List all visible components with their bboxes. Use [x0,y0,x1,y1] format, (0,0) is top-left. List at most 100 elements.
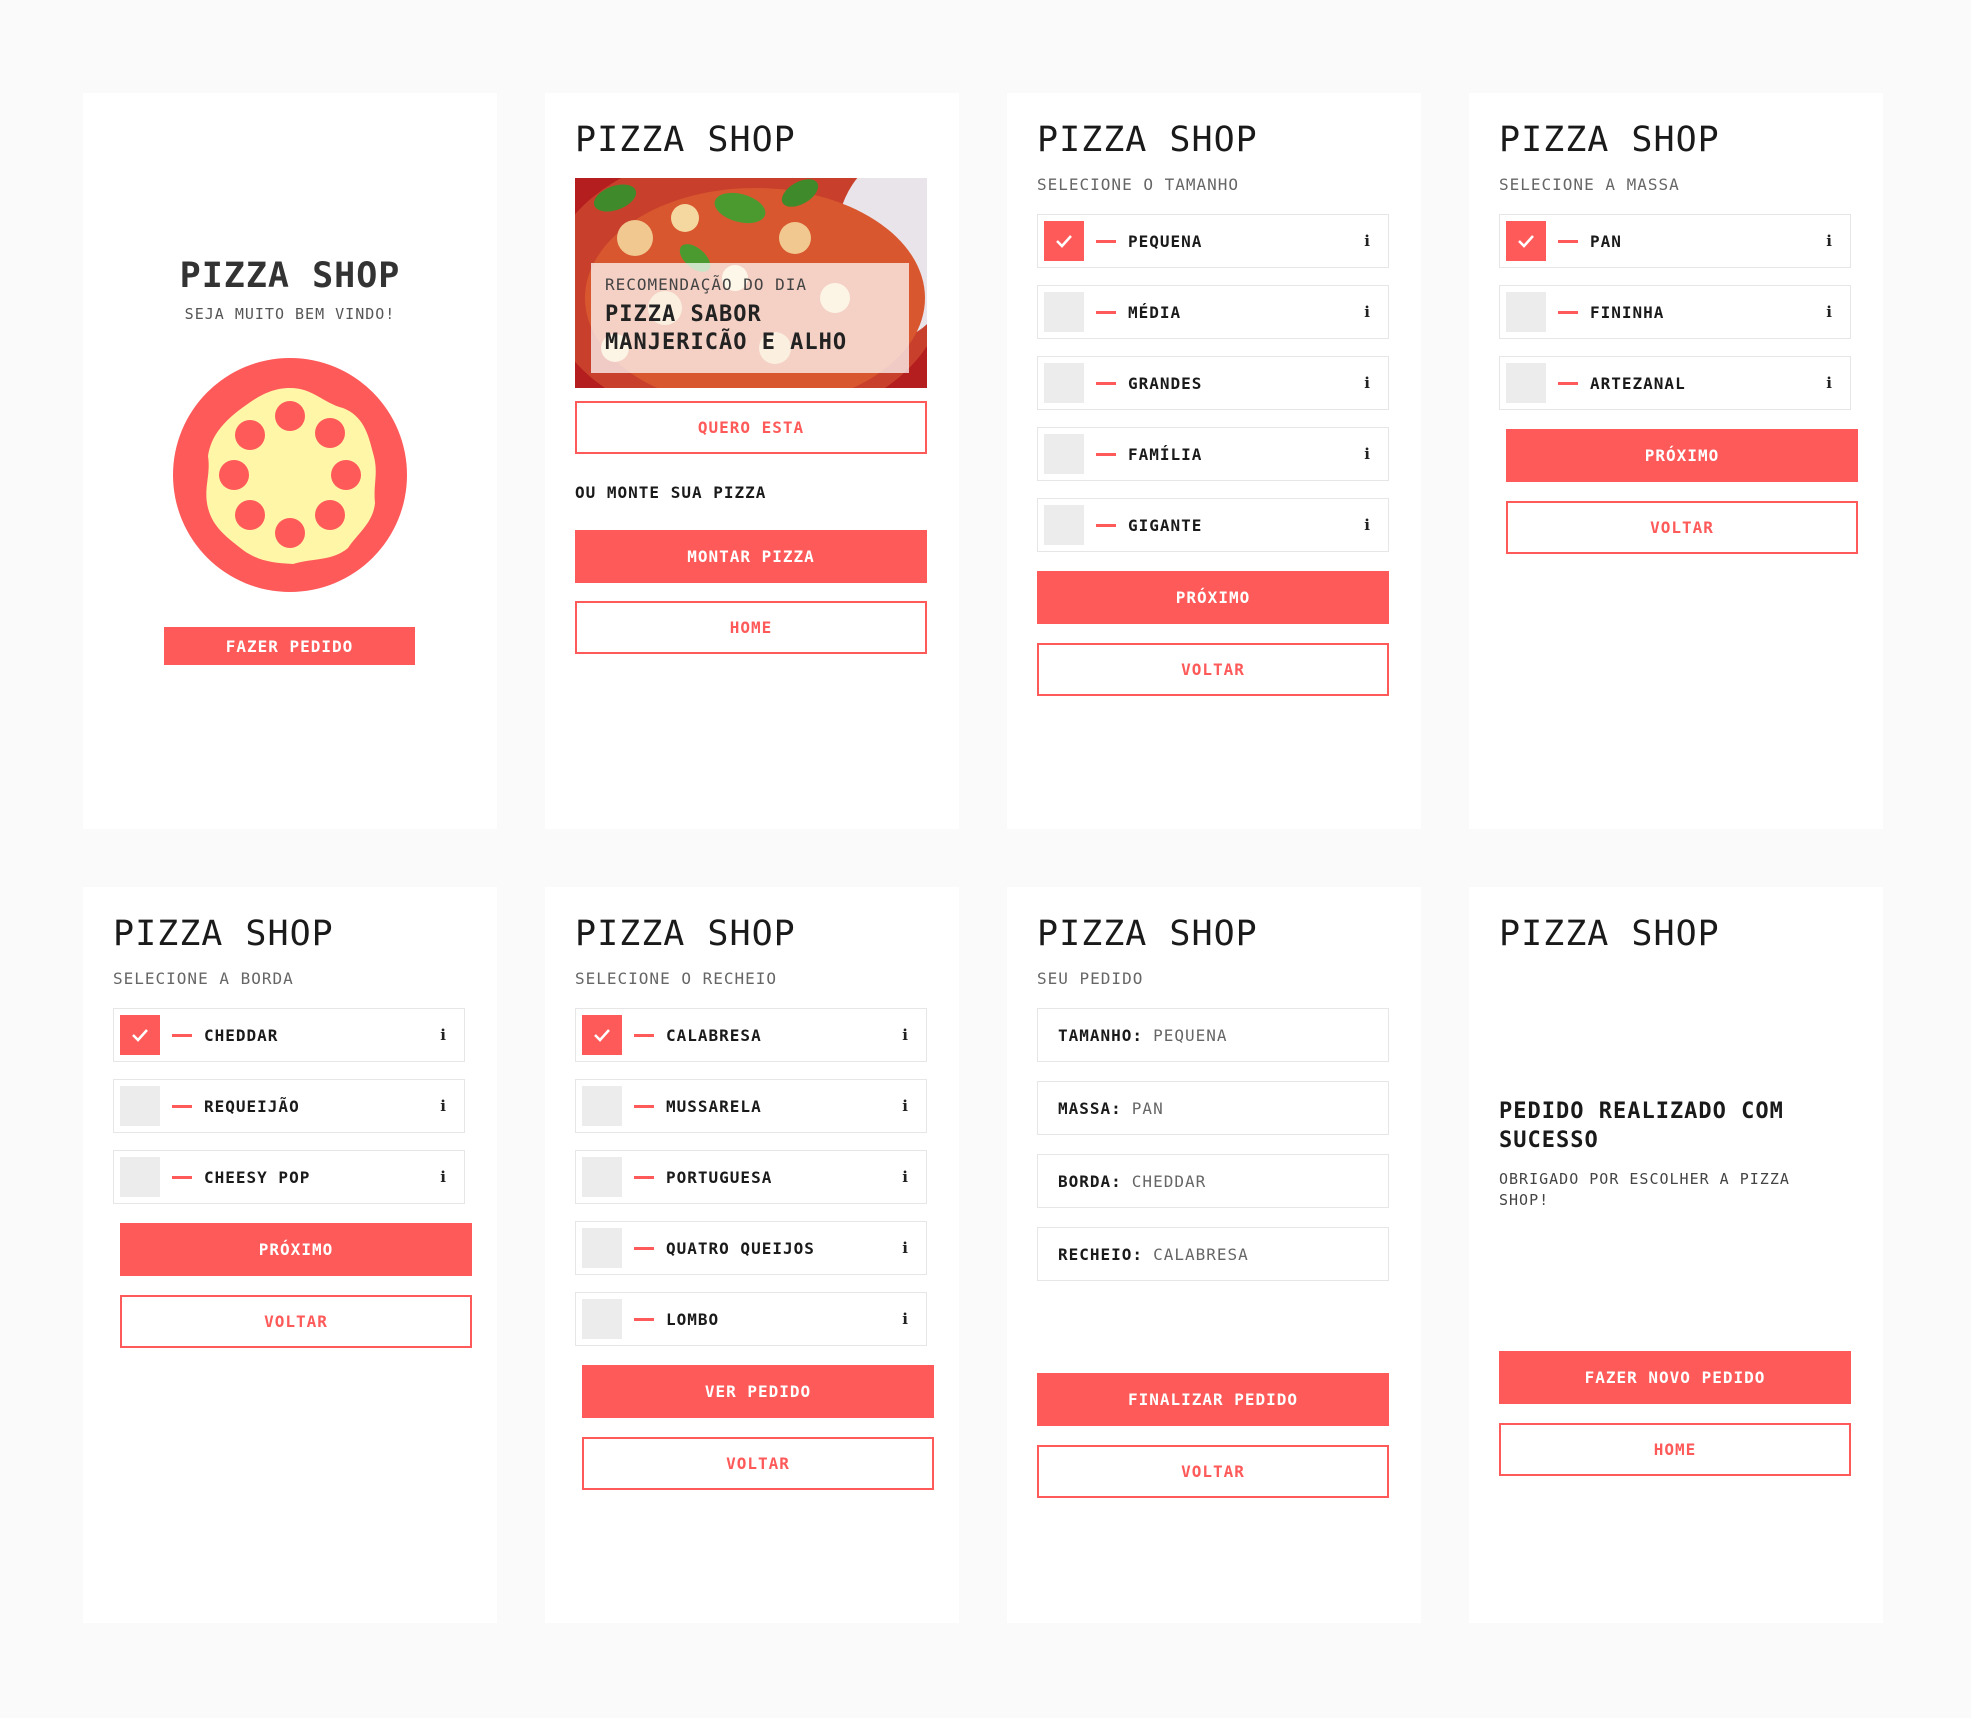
welcome-screen: PIZZA SHOP SEJA MUITO BEM VINDO! FAZER P… [83,93,497,829]
page-subtitle: SEU PEDIDO [1037,969,1144,988]
build-pizza-button[interactable]: MONTAR PIZZA [575,530,927,583]
pizza-logo-icon [173,358,407,592]
option-checkbox[interactable] [120,1157,160,1197]
page-subtitle: SELECIONE A BORDA [113,969,294,988]
info-icon[interactable]: i [902,1222,908,1274]
option-row[interactable]: ARTEZANAL i [1499,356,1851,410]
option-checkbox[interactable] [1506,292,1546,332]
option-checkbox[interactable] [1044,434,1084,474]
dash-marker [1096,382,1116,385]
option-row[interactable]: CHEESY POP i [113,1150,465,1204]
info-icon[interactable]: i [902,1009,908,1061]
option-row[interactable]: LOMBO i [575,1292,927,1346]
option-checkbox[interactable] [120,1015,160,1055]
info-icon[interactable]: i [1364,215,1370,267]
info-icon[interactable]: i [1826,215,1832,267]
next-button[interactable]: PRÓXIMO [1506,429,1858,482]
dash-marker [172,1105,192,1108]
option-row[interactable]: FAMÍLIA i [1037,427,1389,481]
option-checkbox[interactable] [1044,505,1084,545]
info-icon[interactable]: i [902,1151,908,1203]
summary-value: PEQUENA [1153,1025,1228,1045]
next-button[interactable]: PRÓXIMO [1037,571,1389,624]
summary-value: PAN [1131,1098,1164,1118]
info-icon[interactable]: i [902,1080,908,1132]
option-row[interactable]: PEQUENA i [1037,214,1389,268]
page-title: PIZZA SHOP [1499,914,1720,954]
option-checkbox[interactable] [1506,363,1546,403]
back-button[interactable]: VOLTAR [1037,1445,1389,1498]
option-checkbox[interactable] [120,1086,160,1126]
dash-marker [634,1176,654,1179]
home-screen: PIZZA SHOP RECOMENDAÇÃO DO DIA PIZZA SAB… [545,93,959,829]
page-subtitle: SELECIONE O RECHEIO [575,969,778,988]
option-label: ARTEZANAL [1590,373,1686,393]
info-icon[interactable]: i [440,1151,446,1203]
option-row[interactable]: CALABRESA i [575,1008,927,1062]
option-row[interactable]: CHEDDAR i [113,1008,465,1062]
option-row[interactable]: GIGANTE i [1037,498,1389,552]
next-button[interactable]: PRÓXIMO [120,1223,472,1276]
info-icon[interactable]: i [1364,286,1370,338]
option-row[interactable]: FININHA i [1499,285,1851,339]
recommendation-kicker: RECOMENDAÇÃO DO DIA [605,275,808,294]
info-icon[interactable]: i [440,1009,446,1061]
option-row[interactable]: QUATRO QUEIJOS i [575,1221,927,1275]
option-row[interactable]: REQUEIJÃO i [113,1079,465,1133]
option-label: CALABRESA [666,1025,762,1045]
check-icon [594,1029,610,1042]
option-checkbox[interactable] [1044,292,1084,332]
size-screen: PIZZA SHOP SELECIONE O TAMANHO PRÓXIMO V… [1007,93,1421,829]
crust-screen: PIZZA SHOP SELECIONE A BORDA PRÓXIMO VOL… [83,887,497,1623]
check-icon [1518,235,1534,248]
info-icon[interactable]: i [440,1080,446,1132]
option-row[interactable]: PORTUGUESA i [575,1150,927,1204]
option-row[interactable]: MÉDIA i [1037,285,1389,339]
option-checkbox[interactable] [582,1157,622,1197]
option-label: REQUEIJÃO [204,1096,300,1116]
option-checkbox[interactable] [1044,363,1084,403]
order-summary-screen: PIZZA SHOP SEU PEDIDO TAMANHO: PEQUENA M… [1007,887,1421,1623]
dash-marker [172,1034,192,1037]
option-checkbox[interactable] [582,1086,622,1126]
want-this-button[interactable]: QUERO ESTA [575,401,927,454]
option-checkbox[interactable] [1044,221,1084,261]
option-label: FININHA [1590,302,1665,322]
option-checkbox[interactable] [1506,221,1546,261]
make-order-button[interactable]: FAZER PEDIDO [164,627,415,665]
recommendation-name: PIZZA SABOR MANJERICÃO E ALHO [605,302,848,355]
option-label: PAN [1590,231,1622,251]
info-icon[interactable]: i [1364,357,1370,409]
page-subtitle: SELECIONE A MASSA [1499,175,1680,194]
view-order-button[interactable]: VER PEDIDO [582,1365,934,1418]
back-button[interactable]: VOLTAR [120,1295,472,1348]
info-icon[interactable]: i [1826,286,1832,338]
option-checkbox[interactable] [582,1299,622,1339]
info-icon[interactable]: i [1364,428,1370,480]
dash-marker [634,1105,654,1108]
option-row[interactable]: GRANDES i [1037,356,1389,410]
back-button[interactable]: VOLTAR [1506,501,1858,554]
back-button[interactable]: VOLTAR [1037,643,1389,696]
summary-row-size: TAMANHO: PEQUENA [1037,1008,1389,1062]
info-icon[interactable]: i [902,1293,908,1345]
option-label: MUSSARELA [666,1096,762,1116]
option-row[interactable]: PAN i [1499,214,1851,268]
dash-marker [1558,382,1578,385]
page-title: PIZZA SHOP [1037,120,1258,160]
info-icon[interactable]: i [1364,499,1370,551]
option-label: PORTUGUESA [666,1167,773,1187]
finish-order-button[interactable]: FINALIZAR PEDIDO [1037,1373,1389,1426]
option-label: CHEESY POP [204,1167,311,1187]
page-title: PIZZA SHOP [1037,914,1258,954]
info-icon[interactable]: i [1826,357,1832,409]
option-checkbox[interactable] [582,1228,622,1268]
home-button[interactable]: HOME [1499,1423,1851,1476]
page-subtitle: SELECIONE O TAMANHO [1037,175,1240,194]
option-checkbox[interactable] [582,1015,622,1055]
back-button[interactable]: VOLTAR [582,1437,934,1490]
option-row[interactable]: MUSSARELA i [575,1079,927,1133]
build-your-pizza-label: OU MONTE SUA PIZZA [575,483,767,502]
new-order-button[interactable]: FAZER NOVO PEDIDO [1499,1351,1851,1404]
home-button[interactable]: HOME [575,601,927,654]
